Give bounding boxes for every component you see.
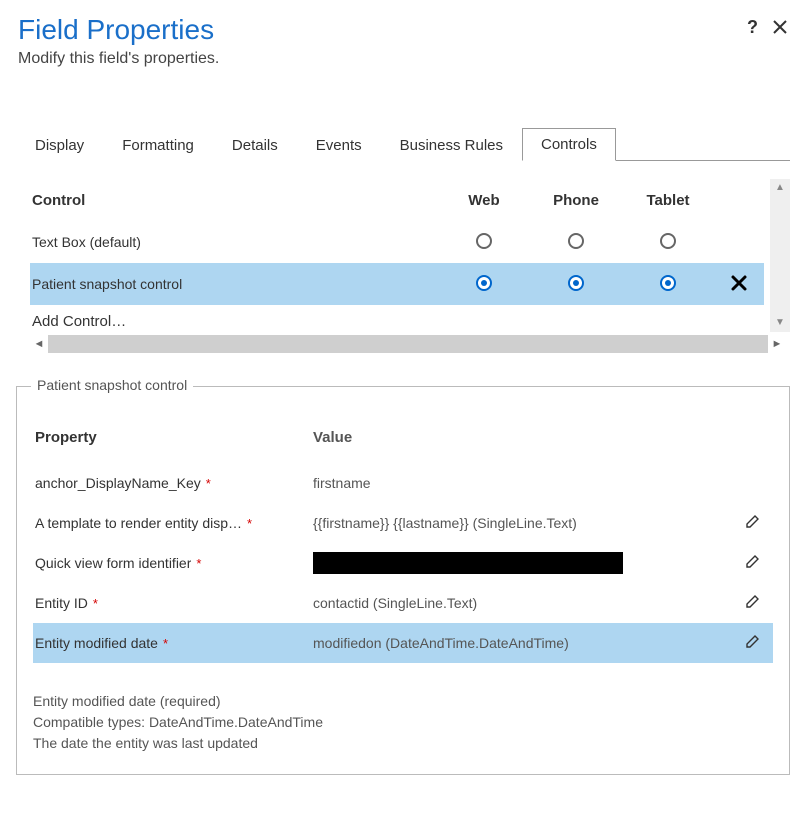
tab-bar: Display Formatting Details Events Busine… (16, 128, 790, 161)
pencil-icon (744, 593, 762, 611)
required-asterisk-icon: * (93, 596, 98, 611)
controls-grid: Control Web Phone Tablet Text Box (defau… (16, 179, 764, 332)
remove-control-button[interactable] (730, 279, 748, 295)
properties-header: Property Value (33, 417, 773, 457)
edit-button[interactable] (744, 638, 762, 654)
property-value: modifiedon (DateAndTime.DateAndTime) (313, 635, 733, 651)
controls-row-name: Text Box (default) (30, 234, 438, 250)
property-row[interactable]: Quick view form identifier * (33, 543, 773, 583)
scroll-down-arrow-icon[interactable]: ▼ (775, 318, 785, 328)
radio-web[interactable] (476, 275, 492, 291)
properties-header-name: Property (33, 429, 313, 446)
property-row[interactable]: anchor_DisplayName_Key * firstname (33, 463, 773, 503)
properties-header-value: Value (313, 429, 733, 446)
add-control-link[interactable]: Add Control… (30, 305, 764, 332)
tab-controls[interactable]: Controls (522, 128, 616, 161)
property-value-redacted (313, 552, 733, 574)
scroll-left-arrow-icon[interactable]: ◄ (30, 338, 48, 350)
properties-legend: Patient snapshot control (31, 377, 193, 393)
property-desc-line: The date the entity was last updated (33, 733, 773, 754)
tab-business-rules[interactable]: Business Rules (381, 129, 522, 161)
controls-row-name: Patient snapshot control (30, 276, 438, 292)
properties-fieldset: Patient snapshot control Property Value … (16, 386, 790, 775)
tab-events[interactable]: Events (297, 129, 381, 161)
edit-button[interactable] (744, 598, 762, 614)
property-name: Entity modified date * (33, 635, 313, 651)
edit-button[interactable] (744, 518, 762, 534)
property-desc-line: Compatible types: DateAndTime.DateAndTim… (33, 712, 773, 733)
property-name: Quick view form identifier * (33, 555, 313, 571)
radio-phone[interactable] (568, 275, 584, 291)
property-value: contactid (SingleLine.Text) (313, 595, 733, 611)
property-value: {{firstname}} {{lastname}} (SingleLine.T… (313, 515, 733, 531)
help-button[interactable]: ? (747, 18, 758, 36)
tab-formatting[interactable]: Formatting (103, 129, 213, 161)
scroll-right-arrow-icon[interactable]: ► (768, 338, 786, 350)
controls-header-name: Control (30, 192, 438, 209)
close-icon (772, 19, 788, 35)
controls-header-tablet: Tablet (622, 192, 714, 209)
horizontal-scrollbar[interactable]: ◄ ► (30, 334, 786, 354)
header-actions: ? (747, 18, 788, 36)
controls-header-phone: Phone (530, 192, 622, 209)
radio-tablet[interactable] (660, 275, 676, 291)
pencil-icon (744, 513, 762, 531)
property-desc-line: Entity modified date (required) (33, 691, 773, 712)
radio-tablet[interactable] (660, 233, 676, 249)
property-name: Entity ID * (33, 595, 313, 611)
controls-row[interactable]: Text Box (default) (30, 221, 764, 263)
controls-grid-wrap: Control Web Phone Tablet Text Box (defau… (16, 179, 790, 332)
radio-phone[interactable] (568, 233, 584, 249)
edit-button[interactable] (744, 558, 762, 574)
property-row[interactable]: A template to render entity disp… * {{fi… (33, 503, 773, 543)
controls-row[interactable]: Patient snapshot control (30, 263, 764, 305)
scroll-up-arrow-icon[interactable]: ▲ (775, 183, 785, 193)
dialog-header: Field Properties Modify this field's pro… (0, 0, 806, 78)
redacted-block (313, 552, 623, 574)
property-name: A template to render entity disp… * (33, 515, 313, 531)
dialog-title: Field Properties (18, 14, 788, 46)
tab-details[interactable]: Details (213, 129, 297, 161)
controls-header-web: Web (438, 192, 530, 209)
property-name: anchor_DisplayName_Key * (33, 475, 313, 491)
controls-grid-header: Control Web Phone Tablet (30, 179, 764, 221)
pencil-icon (744, 633, 762, 651)
controls-tab-body: Control Web Phone Tablet Text Box (defau… (16, 179, 790, 775)
required-asterisk-icon: * (196, 556, 201, 571)
required-asterisk-icon: * (206, 476, 211, 491)
required-asterisk-icon: * (163, 636, 168, 651)
pencil-icon (744, 553, 762, 571)
vertical-scrollbar[interactable]: ▲ ▼ (770, 179, 790, 332)
tab-display[interactable]: Display (16, 129, 103, 161)
radio-web[interactable] (476, 233, 492, 249)
required-asterisk-icon: * (247, 516, 252, 531)
property-description: Entity modified date (required) Compatib… (33, 691, 773, 754)
property-value: firstname (313, 475, 733, 491)
close-dialog-button[interactable] (772, 19, 788, 35)
property-row[interactable]: Entity modified date * modifiedon (DateA… (33, 623, 773, 663)
dialog-subtitle: Modify this field's properties. (18, 50, 788, 68)
close-icon (730, 274, 748, 292)
property-row[interactable]: Entity ID * contactid (SingleLine.Text) (33, 583, 773, 623)
scroll-track[interactable] (48, 335, 768, 353)
